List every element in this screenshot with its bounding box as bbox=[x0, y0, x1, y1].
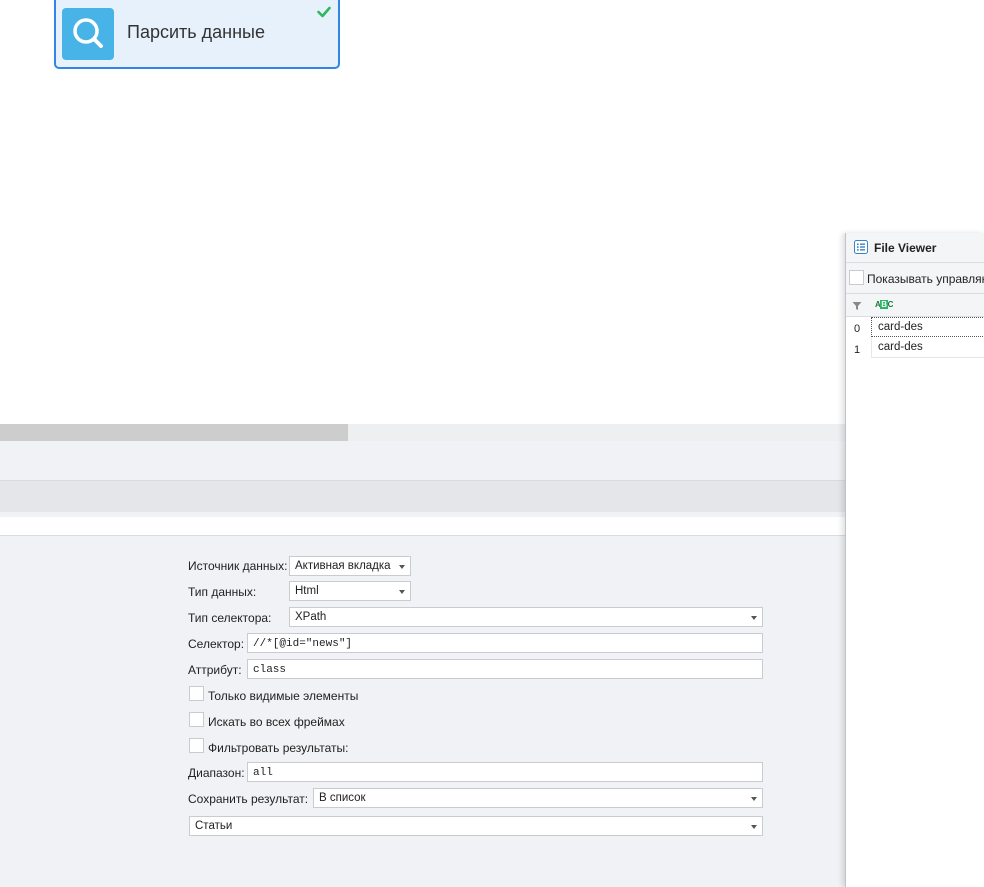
table-cell[interactable]: card-des bbox=[871, 317, 984, 337]
chevron-down-icon bbox=[751, 616, 757, 620]
selector-input[interactable]: //*[@id="news"] bbox=[247, 633, 763, 653]
file-viewer-header: File Viewer bbox=[846, 233, 984, 263]
row-index: 1 bbox=[854, 344, 861, 356]
canvas-horizontal-scrollbar[interactable] bbox=[0, 424, 845, 441]
table-row[interactable]: 1 card-des bbox=[846, 338, 984, 359]
attribute-input[interactable]: class bbox=[247, 659, 763, 679]
range-input[interactable]: all bbox=[247, 762, 763, 782]
file-viewer-grid-header: ABC bbox=[846, 294, 984, 317]
row-index: 0 bbox=[854, 323, 861, 335]
only-visible-label: Только видимые элементы bbox=[208, 689, 359, 703]
file-viewer-panel: File Viewer Показывать управляю ABC 0 ca… bbox=[845, 233, 984, 887]
chevron-down-icon bbox=[399, 565, 405, 569]
chevron-down-icon bbox=[751, 797, 757, 801]
selector-label: Селектор: bbox=[188, 637, 245, 651]
selector-value: //*[@id="news"] bbox=[253, 638, 353, 650]
data-source-label: Источник данных: bbox=[188, 559, 288, 573]
panel-spacer bbox=[0, 441, 845, 480]
chevron-down-icon bbox=[399, 590, 405, 594]
save-result-value: В список bbox=[319, 792, 366, 804]
action-node-title: Парсить данные bbox=[127, 22, 265, 42]
magnifier-icon bbox=[62, 8, 114, 60]
action-node-parse-data[interactable]: Парсить данные bbox=[54, 0, 340, 69]
list-icon bbox=[854, 240, 868, 257]
table-row[interactable]: 0 card-des bbox=[846, 317, 984, 338]
attribute-label: Аттрибут: bbox=[188, 663, 242, 677]
table-cell[interactable]: card-des bbox=[871, 338, 984, 358]
panel-header-bar bbox=[0, 481, 845, 512]
data-type-label: Тип данных: bbox=[188, 585, 257, 599]
target-list-dropdown[interactable]: Статьи bbox=[189, 816, 763, 836]
save-result-dropdown[interactable]: В список bbox=[313, 788, 763, 808]
abc-text-column-icon[interactable]: ABC bbox=[875, 300, 893, 309]
checkmark-icon bbox=[317, 6, 331, 21]
chevron-down-icon bbox=[751, 825, 757, 829]
range-label: Диапазон: bbox=[188, 766, 245, 780]
search-frames-checkbox[interactable] bbox=[189, 712, 204, 727]
range-value: all bbox=[253, 767, 273, 779]
filter-icon[interactable] bbox=[852, 300, 862, 314]
data-type-value: Html bbox=[295, 585, 319, 597]
only-visible-checkbox[interactable] bbox=[189, 686, 204, 701]
selector-type-label: Тип селектора: bbox=[188, 611, 272, 625]
scrollbar-thumb[interactable] bbox=[0, 424, 348, 441]
cell-value: card-des bbox=[878, 341, 923, 353]
file-viewer-title: File Viewer bbox=[874, 241, 937, 255]
filter-results-checkbox[interactable] bbox=[189, 738, 204, 753]
target-list-value: Статьи bbox=[195, 820, 233, 832]
show-control-checkbox[interactable] bbox=[849, 270, 864, 285]
data-type-dropdown[interactable]: Html bbox=[289, 581, 411, 601]
cell-value: card-des bbox=[878, 321, 923, 333]
file-viewer-options: Показывать управляю bbox=[846, 263, 984, 294]
data-source-dropdown[interactable]: Активная вкладка bbox=[289, 556, 411, 576]
filter-results-label: Фильтровать результаты: bbox=[208, 741, 349, 755]
save-result-label: Сохранить результат: bbox=[188, 792, 309, 806]
data-source-value: Активная вкладка bbox=[295, 560, 391, 572]
search-frames-label: Искать во всех фреймах bbox=[208, 715, 345, 729]
show-control-label: Показывать управляю bbox=[867, 272, 984, 286]
attribute-value: class bbox=[253, 664, 287, 676]
selector-type-dropdown[interactable]: XPath bbox=[289, 607, 763, 627]
panel-toolbar-strip bbox=[0, 517, 845, 535]
selector-type-value: XPath bbox=[295, 611, 327, 623]
